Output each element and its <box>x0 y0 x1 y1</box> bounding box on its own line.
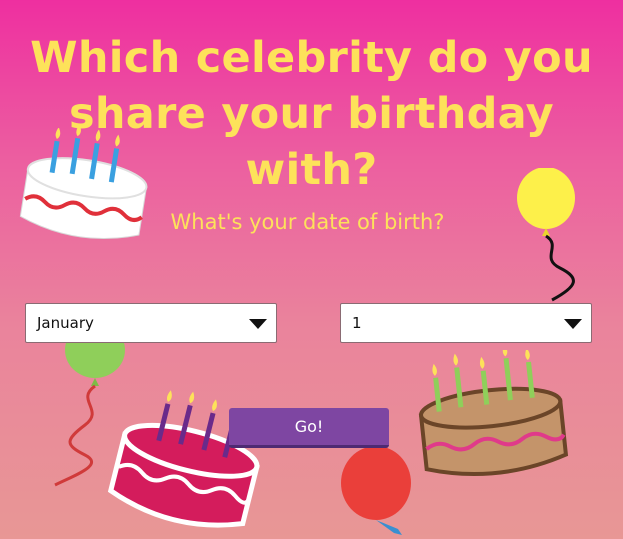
date-of-birth-prompt: What's your date of birth? <box>0 210 623 234</box>
chevron-down-icon <box>564 319 582 329</box>
month-select[interactable]: January <box>25 303 277 343</box>
date-of-birth-prompt-text: What's your date of birth? <box>170 210 445 234</box>
page-title: Which celebrity do you share your birthd… <box>0 30 623 198</box>
month-select-value: January <box>37 314 94 332</box>
go-button[interactable]: Go! <box>229 408 389 448</box>
title-line-2: share your birthday with? <box>68 89 555 195</box>
red-balloon-icon <box>341 446 411 535</box>
day-select[interactable]: 1 <box>340 303 592 343</box>
chevron-down-icon <box>249 319 267 329</box>
title-line-1: Which celebrity do you <box>30 33 593 83</box>
day-select-value: 1 <box>352 314 362 332</box>
brown-cake-icon <box>418 350 569 477</box>
